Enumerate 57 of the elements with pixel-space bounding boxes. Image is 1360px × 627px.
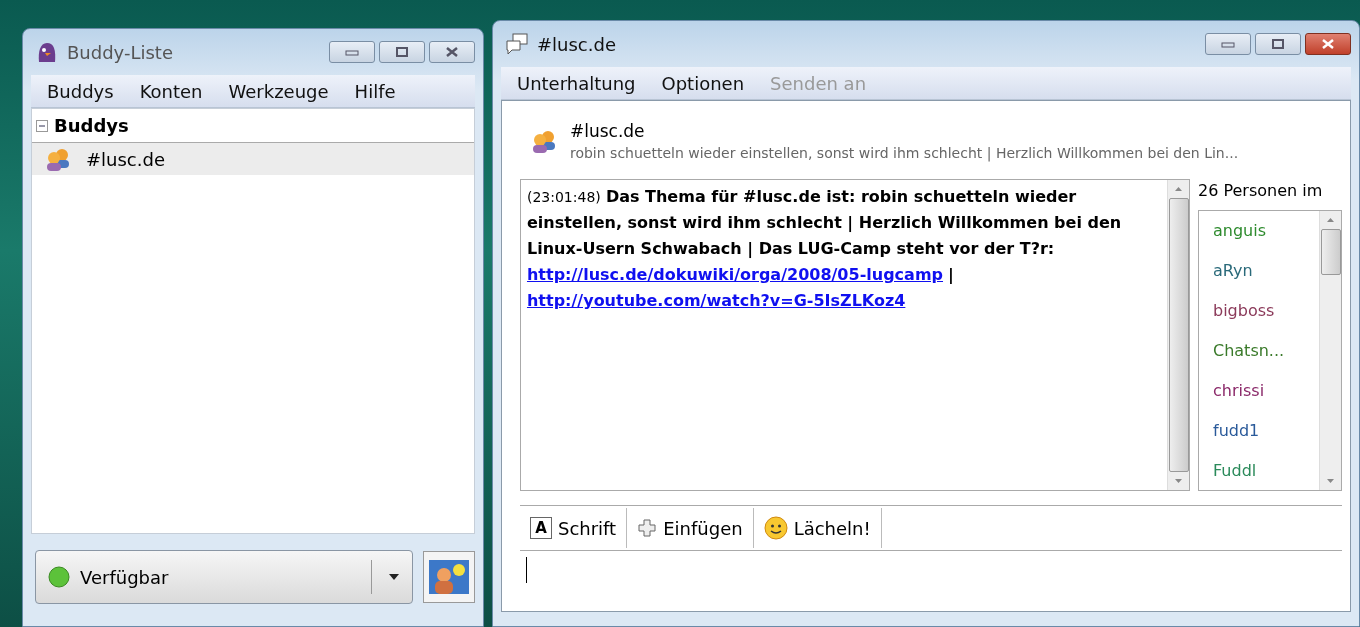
menu-item[interactable]: Unterhaltung xyxy=(516,72,636,94)
scroll-thumb[interactable] xyxy=(1168,198,1189,472)
available-status-icon xyxy=(48,566,70,588)
font-icon: A xyxy=(529,517,552,539)
scroll-down-icon[interactable] xyxy=(1326,478,1335,484)
user-name[interactable]: chrissi xyxy=(1213,379,1319,402)
user-count-label: 26 Personen im xyxy=(1198,180,1324,200)
menu-item[interactable]: Werkzeuge xyxy=(228,80,329,102)
caret-icon xyxy=(387,573,400,581)
window-title: Buddy-Liste xyxy=(67,41,173,63)
minimize-button[interactable] xyxy=(328,41,375,63)
status-dropdown[interactable]: Verfügbar xyxy=(35,550,413,604)
maximize-icon xyxy=(394,47,409,57)
link[interactable]: http://youtube.com/watch?v=G-5IsZLKoz4 xyxy=(526,291,906,310)
topic-text: robin schuetteln wieder einstellen, sonst wird ihm schlecht | Herzlich Willkommen bei den Lin... xyxy=(569,145,1239,161)
scrollbar[interactable] xyxy=(1167,180,1189,490)
scroll-up-icon[interactable] xyxy=(1326,217,1335,223)
scroll-thumb[interactable] xyxy=(1320,229,1341,275)
buddy-item[interactable]: #lusc.de xyxy=(32,143,474,175)
minimize-icon xyxy=(344,48,359,56)
collapse-toggle[interactable] xyxy=(36,119,48,132)
maximize-icon xyxy=(1271,39,1285,49)
user-name[interactable]: bigboss xyxy=(1213,299,1319,322)
link[interactable]: http://lusc.de/dokuwiki/orga/2008/05-lugcamp xyxy=(526,265,943,284)
user-name[interactable]: Chatsn... xyxy=(1213,339,1319,362)
user-name[interactable]: aRyn xyxy=(1213,259,1319,282)
user-name[interactable]: fudd1 xyxy=(1213,419,1319,442)
window-title: #lusc.de xyxy=(536,33,616,55)
user-name[interactable]: Fuddl xyxy=(1213,459,1319,482)
scrollbar[interactable] xyxy=(1319,211,1341,490)
group-label: Buddys xyxy=(54,115,129,136)
close-icon xyxy=(1321,39,1335,49)
smiley-icon xyxy=(763,516,788,540)
menu-item[interactable]: Konten xyxy=(139,80,203,102)
buddy-icon-button[interactable] xyxy=(422,551,475,603)
people-icon xyxy=(44,147,72,171)
maximize-button[interactable] xyxy=(1255,33,1301,55)
conversation-name: #lusc.de xyxy=(569,121,646,141)
menu-item[interactable]: Hilfe xyxy=(354,80,396,102)
toolbar-button[interactable]: A Schrift xyxy=(519,508,628,548)
minimize-icon xyxy=(1221,40,1235,48)
scroll-up-icon[interactable] xyxy=(1174,186,1183,192)
plus-icon xyxy=(637,518,658,538)
scroll-down-icon[interactable] xyxy=(1174,478,1183,484)
user-name[interactable]: anguis xyxy=(1213,219,1319,242)
close-button[interactable] xyxy=(428,41,475,63)
maximize-button[interactable] xyxy=(378,41,425,63)
close-button[interactable] xyxy=(1305,33,1351,55)
menu-item[interactable]: Optionen xyxy=(661,72,745,94)
toolbar-button[interactable]: Lächeln! xyxy=(753,508,882,548)
toolbar-button[interactable]: Einfügen xyxy=(627,508,754,548)
status-label: Verfügbar xyxy=(80,566,170,588)
minimize-button[interactable] xyxy=(1205,33,1251,55)
chat-message: (23:01:48) Das Thema für #lusc.de ist: robin schuetteln wieder einstellen, sonst wird ihm schlecht | Herzlich Willkommen bei den Linux-Usern Schwabach | Das LUG-Camp steht vor der T?r: http://lusc.de/dokuwiki/orga/2008/05-lugcamp | http://youtube.com/watch?v=G-5IsZLKoz4 xyxy=(526,186,1123,312)
chat-bubbles-icon xyxy=(504,33,529,55)
close-icon xyxy=(444,47,459,57)
menu-item[interactable]: Buddys xyxy=(47,80,114,102)
